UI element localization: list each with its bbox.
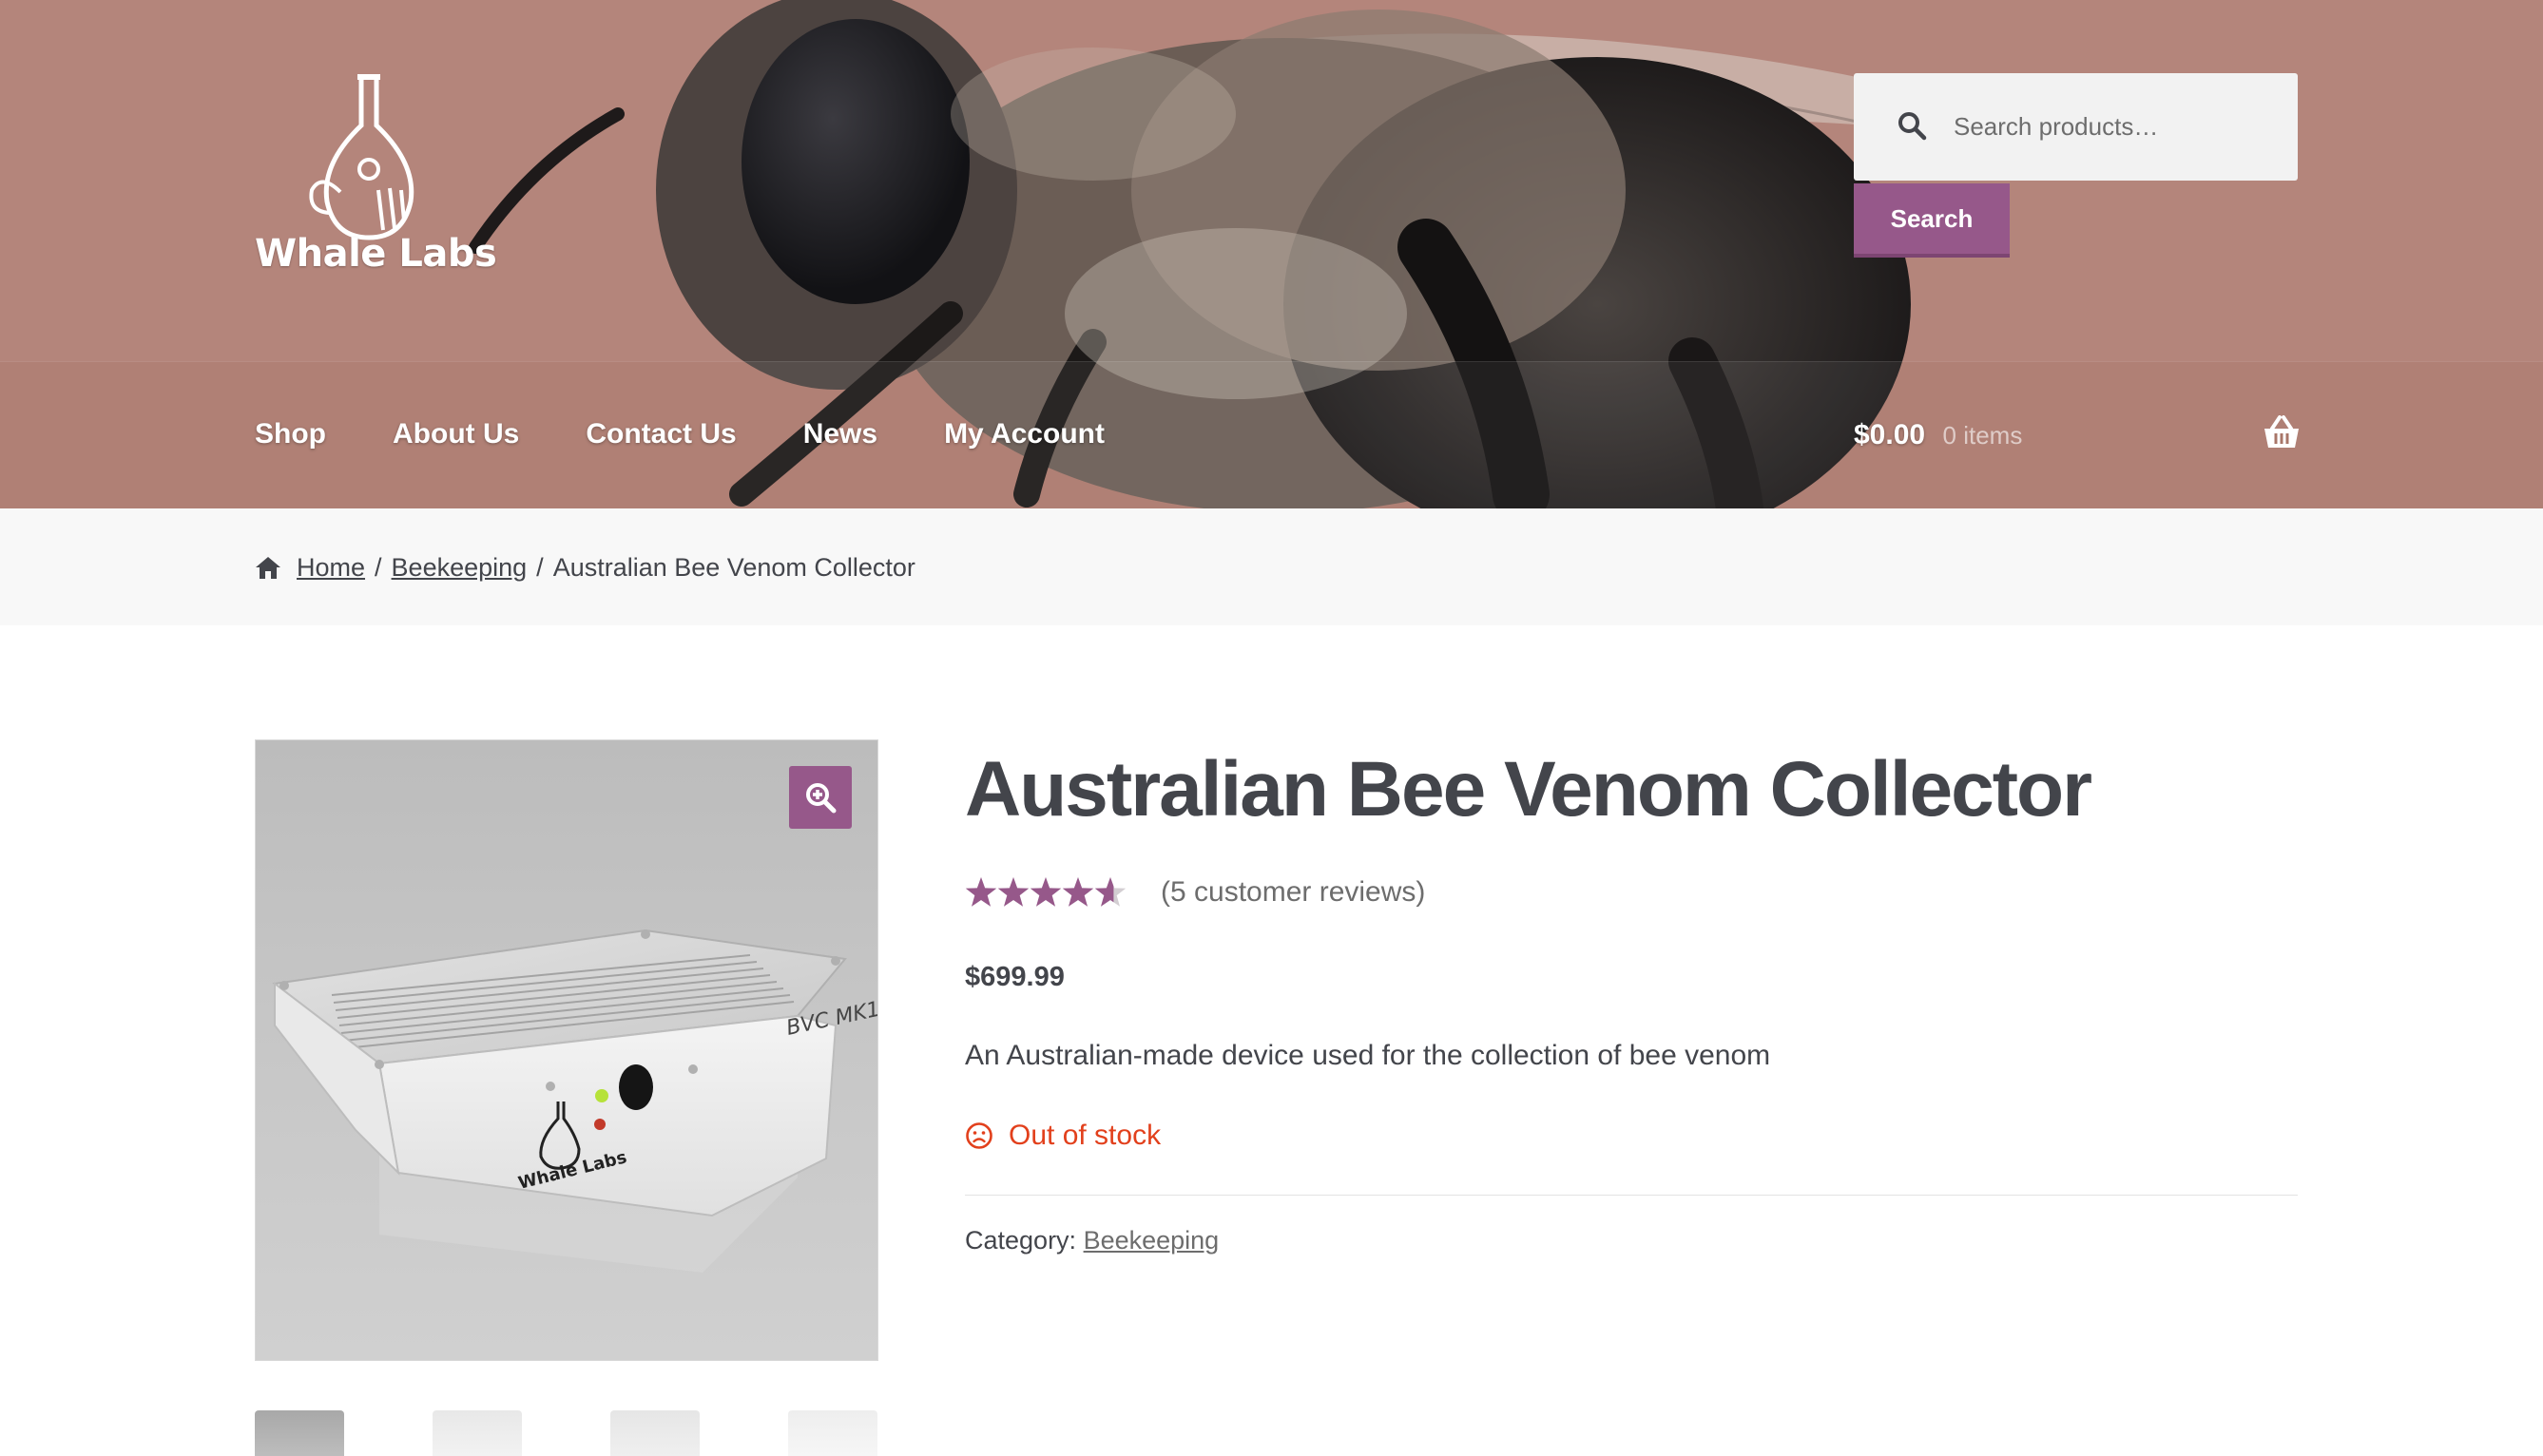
zoom-button[interactable]: [789, 766, 852, 829]
product-meta-divider: [965, 1195, 2298, 1196]
star-rating-icon: [965, 877, 1127, 907]
cart-count: 0 items: [1942, 421, 2023, 450]
product-thumbnail[interactable]: [610, 1410, 700, 1456]
product-thumbnail[interactable]: [433, 1410, 522, 1456]
product-device-image: BVC MK1 Whale Labs: [272, 929, 877, 1273]
stock-status-text: Out of stock: [1009, 1120, 1162, 1151]
product-price: $699.99: [965, 962, 1065, 992]
category-label: Category:: [965, 1226, 1077, 1255]
cart-link[interactable]: $0.00 0 items: [1854, 416, 2022, 454]
zoom-in-icon: [806, 783, 837, 814]
product-main-image[interactable]: BVC MK1 Whale Labs: [255, 739, 878, 1361]
sad-face-icon: [966, 1122, 992, 1149]
star-filled: [1030, 877, 1062, 907]
product-description: An Australian-made device used for the c…: [965, 1040, 1771, 1071]
customer-reviews-link[interactable]: (5 customer reviews): [1161, 876, 1425, 909]
logo-text[interactable]: Whale Labs: [255, 232, 497, 276]
product-thumbnail[interactable]: [255, 1410, 344, 1456]
product-title: Australian Bee Venom Collector: [965, 746, 2092, 833]
nav-item-about-us[interactable]: About Us: [393, 413, 519, 455]
stock-status: Out of stock: [965, 1120, 1161, 1152]
home-icon: [256, 557, 280, 579]
search-box[interactable]: [1854, 73, 2298, 181]
star-filled: [965, 877, 997, 907]
product-thumbnail[interactable]: [788, 1410, 877, 1456]
nav-item-news[interactable]: News: [803, 413, 877, 455]
breadcrumb: Home / Beekeeping / Australian Bee Venom…: [255, 548, 915, 586]
breadcrumb-bar: Home / Beekeeping / Australian Bee Venom…: [0, 508, 2543, 625]
breadcrumb-separator: /: [536, 553, 544, 582]
search-button[interactable]: Search: [1854, 183, 2010, 258]
nav-item-my-account[interactable]: My Account: [944, 413, 1105, 455]
breadcrumb-home-link[interactable]: Home: [297, 548, 365, 586]
star-filled: [1062, 877, 1094, 907]
star-filled: [997, 877, 1030, 907]
breadcrumb-separator: /: [375, 553, 382, 582]
search-icon: [1898, 112, 1927, 141]
breadcrumb-category-link[interactable]: Beekeeping: [392, 548, 528, 586]
product-meta: Category: Beekeeping: [965, 1226, 1219, 1255]
primary-nav: Shop About Us Contact Us News My Account: [255, 413, 1171, 455]
cart-total: $0.00: [1854, 419, 1926, 450]
product-rating: (5 customer reviews): [965, 873, 1425, 911]
breadcrumb-current: Australian Bee Venom Collector: [552, 553, 915, 582]
basket-icon[interactable]: [2263, 415, 2301, 450]
search-input[interactable]: [1954, 96, 2277, 157]
nav-item-contact-us[interactable]: Contact Us: [586, 413, 736, 455]
category-link[interactable]: Beekeeping: [1084, 1226, 1220, 1255]
nav-item-shop[interactable]: Shop: [255, 413, 326, 455]
